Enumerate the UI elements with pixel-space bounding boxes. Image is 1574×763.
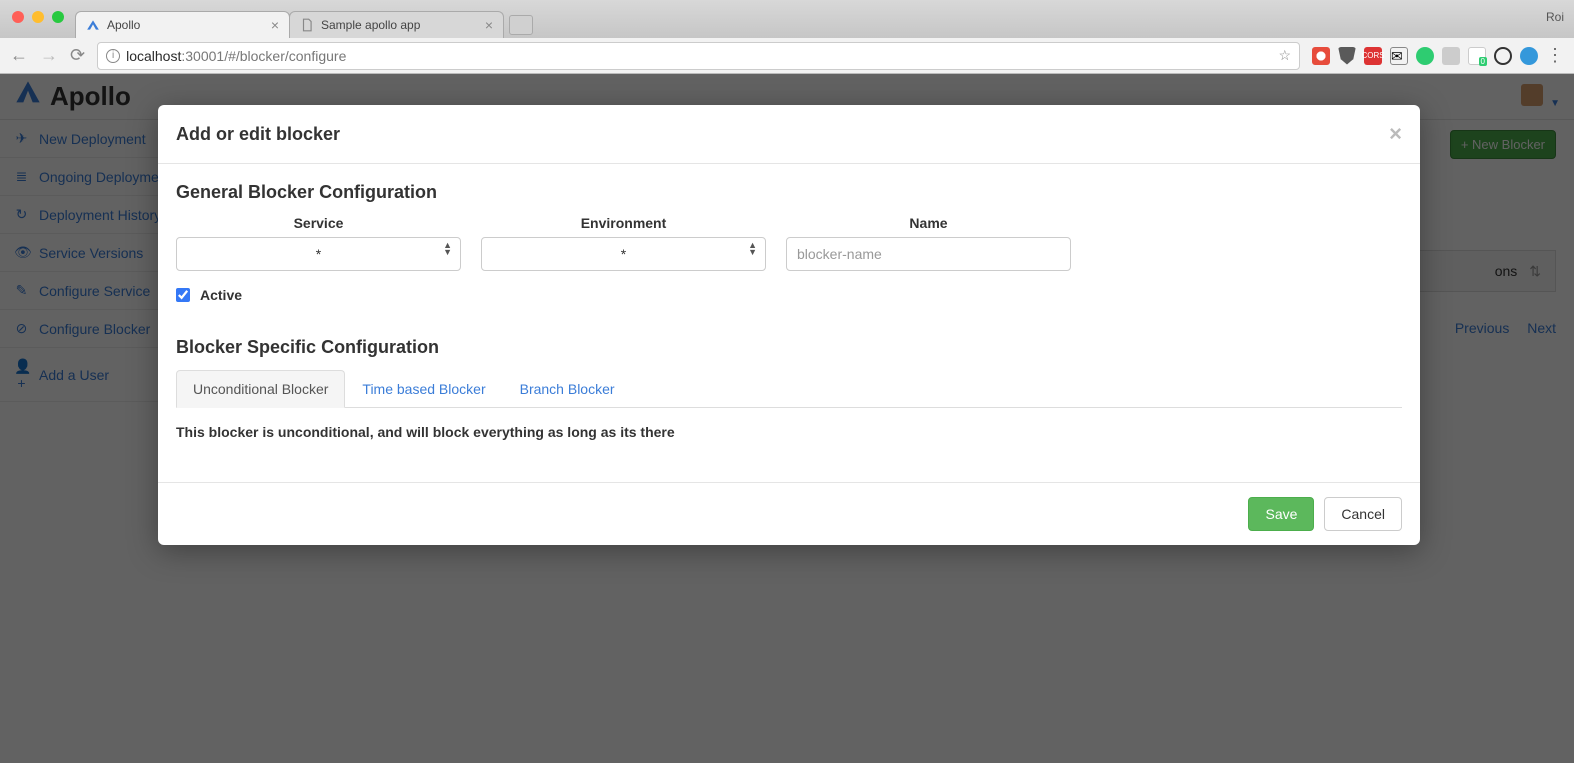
environment-field-group: Environment * ▲▼ — [481, 215, 766, 271]
site-info-icon[interactable]: i — [106, 49, 120, 63]
url-host: localhost — [126, 48, 181, 64]
close-icon[interactable]: × — [485, 17, 493, 33]
chrome-profile-label[interactable]: Roi — [1546, 10, 1564, 24]
modal-header: Add or edit blocker × — [158, 105, 1420, 164]
tab-description: This blocker is unconditional, and will … — [176, 408, 1402, 464]
form-row: Service * ▲▼ Environment * ▲▼ Name — [176, 215, 1402, 271]
close-icon[interactable]: × — [271, 17, 279, 33]
ext-icon[interactable] — [1442, 47, 1460, 65]
add-edit-blocker-modal: Add or edit blocker × General Blocker Co… — [158, 105, 1420, 545]
select-value: * — [621, 246, 626, 262]
environment-select[interactable]: * ▲▼ — [481, 237, 766, 271]
service-label: Service — [294, 215, 344, 231]
address-bar[interactable]: i localhost:30001/#/blocker/configure ☆ — [97, 42, 1300, 70]
select-caret-icon: ▲▼ — [748, 242, 757, 256]
modal-title: Add or edit blocker — [176, 124, 340, 145]
tab-title: Apollo — [107, 18, 140, 32]
modal-body: General Blocker Configuration Service * … — [158, 164, 1420, 482]
browser-tab-sample[interactable]: Sample apollo app × — [289, 11, 504, 38]
bookmark-star-icon[interactable]: ☆ — [1278, 47, 1291, 64]
browser-tab-strip: Apollo × Sample apollo app × Roi — [0, 0, 1574, 38]
window-minimize-icon[interactable] — [32, 11, 44, 23]
tab-title: Sample apollo app — [321, 18, 420, 32]
browser-toolbar: ← → ⟳ i localhost:30001/#/blocker/config… — [0, 38, 1574, 74]
modal-footer: Save Cancel — [158, 482, 1420, 545]
apollo-favicon-icon — [86, 18, 100, 32]
select-caret-icon: ▲▼ — [443, 242, 452, 256]
active-label: Active — [200, 287, 242, 303]
ext-icon[interactable] — [1338, 47, 1356, 65]
window-controls — [12, 11, 64, 23]
browser-tab-apollo[interactable]: Apollo × — [75, 11, 290, 38]
environment-label: Environment — [581, 215, 667, 231]
select-value: * — [316, 246, 321, 262]
ext-icon[interactable] — [1312, 47, 1330, 65]
service-field-group: Service * ▲▼ — [176, 215, 461, 271]
general-config-heading: General Blocker Configuration — [176, 182, 1402, 203]
cancel-button[interactable]: Cancel — [1324, 497, 1402, 531]
tab-branch[interactable]: Branch Blocker — [503, 370, 632, 408]
ext-icon[interactable]: 0 — [1468, 47, 1486, 65]
window-maximize-icon[interactable] — [52, 11, 64, 23]
ext-icon[interactable]: CORS — [1364, 47, 1382, 65]
extension-icons: CORS ✉ 0 ⋮ — [1312, 45, 1564, 66]
new-tab-button[interactable] — [509, 15, 533, 35]
ext-icon[interactable] — [1520, 47, 1538, 65]
forward-button[interactable]: → — [40, 45, 58, 66]
tab-unconditional[interactable]: Unconditional Blocker — [176, 370, 345, 408]
save-button[interactable]: Save — [1248, 497, 1314, 531]
active-checkbox-row: Active — [176, 287, 1402, 303]
active-checkbox[interactable] — [176, 288, 190, 302]
name-label: Name — [909, 215, 947, 231]
name-field-group: Name — [786, 215, 1071, 271]
back-button[interactable]: ← — [10, 45, 28, 66]
specific-config-heading: Blocker Specific Configuration — [176, 337, 1402, 358]
chrome-menu-icon[interactable]: ⋮ — [1546, 45, 1564, 66]
reload-button[interactable]: ⟳ — [70, 45, 85, 66]
url-path: /#/blocker/configure — [224, 48, 346, 64]
close-icon[interactable]: × — [1389, 121, 1402, 147]
service-select[interactable]: * ▲▼ — [176, 237, 461, 271]
blocker-type-tabs: Unconditional Blocker Time based Blocker… — [176, 370, 1402, 408]
tab-time-based[interactable]: Time based Blocker — [345, 370, 502, 408]
window-close-icon[interactable] — [12, 11, 24, 23]
ext-icon[interactable] — [1416, 47, 1434, 65]
ext-icon[interactable]: ✉ — [1390, 47, 1408, 65]
page-favicon-icon — [300, 18, 314, 32]
ext-icon[interactable] — [1494, 47, 1512, 65]
url-port: :30001 — [181, 48, 224, 64]
blocker-name-input[interactable] — [786, 237, 1071, 271]
